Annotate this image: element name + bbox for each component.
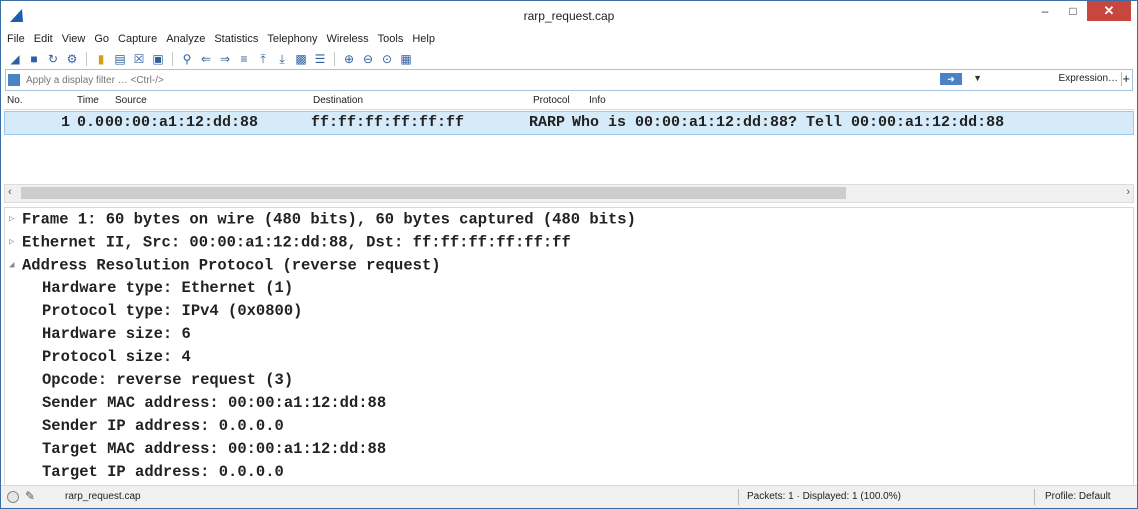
autoscroll-icon[interactable]: ▩ <box>293 51 309 67</box>
expand-arrow-icon[interactable]: ▷ <box>9 231 22 254</box>
add-filter-button[interactable]: + <box>1122 71 1130 86</box>
column-info[interactable]: Info <box>589 95 606 106</box>
tree-item-label: Ethernet II, Src: 00:00:a1:12:dd:88, Dst… <box>22 233 571 252</box>
title-bar: rarp_request.cap – □ ✕ <box>1 1 1137 29</box>
expert-info-icon[interactable] <box>7 491 19 503</box>
menu-edit[interactable]: Edit <box>34 33 53 45</box>
tree-item-opcode[interactable]: Opcode: reverse request (3) <box>5 369 1133 392</box>
close-button[interactable]: ✕ <box>1087 1 1131 21</box>
status-divider <box>1034 489 1035 505</box>
cell-source: 00:00:a1:12:dd:88 <box>105 114 259 131</box>
menu-view[interactable]: View <box>62 33 86 45</box>
menu-file[interactable]: File <box>7 33 25 45</box>
cell-protocol: RARP <box>529 114 566 131</box>
status-packet-count: Packets: 1 · Displayed: 1 (100.0%) <box>747 491 901 502</box>
scroll-right-icon[interactable]: › <box>1126 186 1130 198</box>
tree-item-target-mac[interactable]: Target MAC address: 00:00:a1:12:dd:88 <box>5 438 1133 461</box>
tree-item-label: Frame 1: 60 bytes on wire (480 bits), 60… <box>22 210 636 229</box>
status-file-name: rarp_request.cap <box>65 491 141 502</box>
colorize-icon[interactable]: ☰ <box>312 51 328 67</box>
menu-analyze[interactable]: Analyze <box>166 33 205 45</box>
resize-columns-icon[interactable]: ▦ <box>398 51 414 67</box>
status-divider <box>738 489 739 505</box>
cell-destination: ff:ff:ff:ff:ff:ff <box>311 114 465 131</box>
cell-no: 1 <box>61 114 71 131</box>
menu-statistics[interactable]: Statistics <box>214 33 258 45</box>
tree-item-arp[interactable]: ◢ Address Resolution Protocol (reverse re… <box>5 254 1133 277</box>
first-packet-icon[interactable]: ⤒ <box>255 51 271 67</box>
tree-item-protocol-type[interactable]: Protocol type: IPv4 (0x0800) <box>5 300 1133 323</box>
packet-details-pane: ▷ Frame 1: 60 bytes on wire (480 bits), 6… <box>4 207 1134 489</box>
menu-telephony[interactable]: Telephony <box>267 33 317 45</box>
status-profile[interactable]: Profile: Default <box>1045 491 1111 502</box>
column-destination[interactable]: Destination <box>313 95 363 106</box>
zoom-out-icon[interactable]: ⊖ <box>360 51 376 67</box>
packet-list-header: No. Time Source Destination Protocol Inf… <box>4 93 1134 110</box>
expression-button[interactable]: Expression… <box>1059 73 1118 84</box>
tree-item-ethernet[interactable]: ▷ Ethernet II, Src: 00:00:a1:12:dd:88, Ds… <box>5 231 1133 254</box>
tree-item-frame[interactable]: ▷ Frame 1: 60 bytes on wire (480 bits), 6… <box>5 208 1133 231</box>
apply-filter-arrow-icon[interactable]: ➜ <box>940 73 962 85</box>
packet-list-empty-area <box>1 135 1137 180</box>
menu-capture[interactable]: Capture <box>118 33 157 45</box>
menu-bar: File Edit View Go Capture Analyze Statis… <box>1 29 1137 49</box>
menu-wireless[interactable]: Wireless <box>327 33 369 45</box>
collapse-arrow-icon[interactable]: ◢ <box>9 254 22 277</box>
menu-go[interactable]: Go <box>94 33 109 45</box>
find-packet-icon[interactable]: ⚲ <box>179 51 195 67</box>
cell-time: 0.0 <box>77 114 105 131</box>
window-title: rarp_request.cap <box>523 9 615 23</box>
display-filter-input[interactable] <box>24 73 728 87</box>
go-back-icon[interactable]: ⇐ <box>198 51 214 67</box>
tree-item-protocol-size[interactable]: Protocol size: 4 <box>5 346 1133 369</box>
bookmark-icon[interactable] <box>8 74 20 86</box>
chevron-down-icon[interactable]: ▼ <box>973 73 982 83</box>
expand-arrow-icon[interactable]: ▷ <box>9 208 22 231</box>
wireshark-window: rarp_request.cap – □ ✕ File Edit View Go… <box>0 0 1138 509</box>
column-protocol[interactable]: Protocol <box>533 95 570 106</box>
scroll-left-icon[interactable]: ‹ <box>8 186 12 198</box>
go-forward-icon[interactable]: ⇒ <box>217 51 233 67</box>
menu-help[interactable]: Help <box>412 33 435 45</box>
minimize-button[interactable]: – <box>1031 1 1059 21</box>
display-filter-bar: ➜ ▼ Expression… + <box>5 69 1133 91</box>
zoom-in-icon[interactable]: ⊕ <box>341 51 357 67</box>
tree-item-sender-ip[interactable]: Sender IP address: 0.0.0.0 <box>5 415 1133 438</box>
main-toolbar: ◢ ■ ↻ ⚙ ▮ ▤ ☒ ▣ ⚲ ⇐ ⇒ ≡ ⤒ ⤓ ▩ ☰ ⊕ ⊖ ⊙ ▦ <box>1 49 1137 69</box>
toolbar-divider <box>86 52 87 66</box>
column-time[interactable]: Time <box>77 95 99 106</box>
tree-item-hardware-type[interactable]: Hardware type: Ethernet (1) <box>5 277 1133 300</box>
start-capture-icon[interactable]: ◢ <box>7 51 23 67</box>
zoom-normal-icon[interactable]: ⊙ <box>379 51 395 67</box>
capture-options-icon[interactable]: ⚙ <box>64 51 80 67</box>
restart-capture-icon[interactable]: ↻ <box>45 51 61 67</box>
packet-list-horizontal-scrollbar[interactable]: ‹ › <box>4 184 1134 203</box>
tree-item-label: Address Resolution Protocol (reverse req… <box>22 256 441 275</box>
last-packet-icon[interactable]: ⤓ <box>274 51 290 67</box>
scrollbar-thumb[interactable] <box>21 187 846 199</box>
status-bar: ✎ rarp_request.cap Packets: 1 · Displaye… <box>1 485 1137 508</box>
column-source[interactable]: Source <box>115 95 147 106</box>
toolbar-divider <box>172 52 173 66</box>
cell-info: Who is 00:00:a1:12:dd:88? Tell 00:00:a1:… <box>572 114 1005 131</box>
toolbar-divider <box>334 52 335 66</box>
close-file-icon[interactable]: ☒ <box>131 51 147 67</box>
tree-item-sender-mac[interactable]: Sender MAC address: 00:00:a1:12:dd:88 <box>5 392 1133 415</box>
column-no[interactable]: No. <box>7 95 23 106</box>
save-file-icon[interactable]: ▤ <box>112 51 128 67</box>
maximize-button[interactable]: □ <box>1059 1 1087 21</box>
open-file-icon[interactable]: ▮ <box>93 51 109 67</box>
tree-item-hardware-size[interactable]: Hardware size: 6 <box>5 323 1133 346</box>
go-to-packet-icon[interactable]: ≡ <box>236 51 252 67</box>
capture-comment-icon[interactable]: ✎ <box>25 489 35 503</box>
stop-capture-icon[interactable]: ■ <box>26 51 42 67</box>
menu-tools[interactable]: Tools <box>378 33 404 45</box>
reload-file-icon[interactable]: ▣ <box>150 51 166 67</box>
packet-row[interactable]: 1 0.0 00:00:a1:12:dd:88 ff:ff:ff:ff:ff:f… <box>4 111 1134 135</box>
tree-item-target-ip[interactable]: Target IP address: 0.0.0.0 <box>5 461 1133 484</box>
